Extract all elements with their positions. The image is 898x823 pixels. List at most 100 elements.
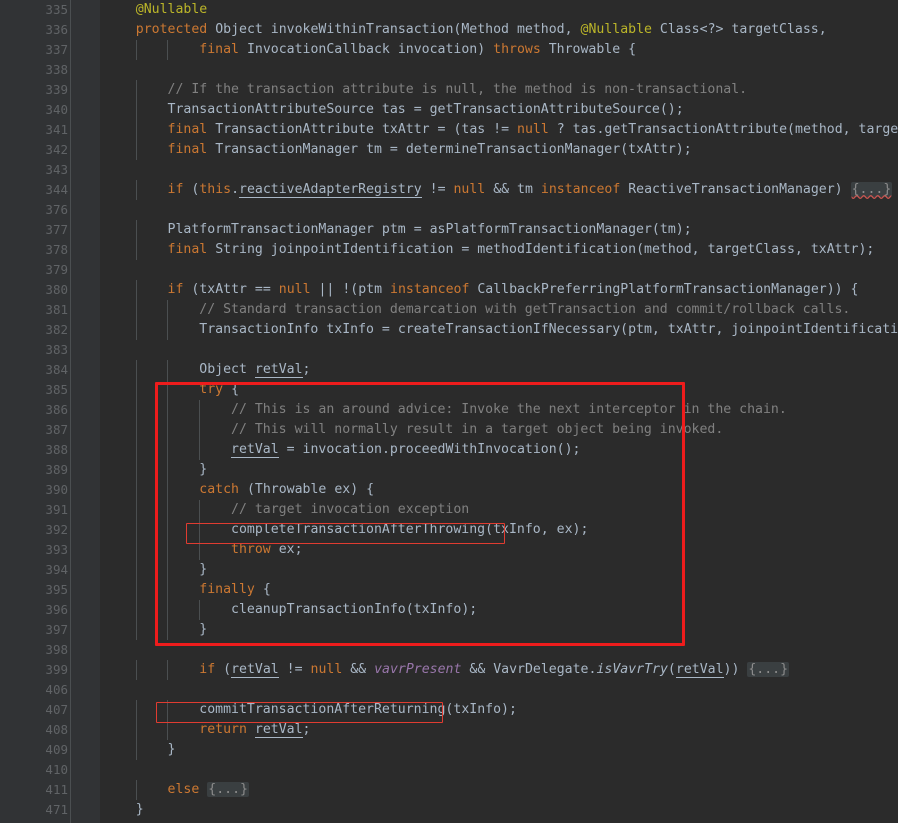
gutter-line-409[interactable]: 409 — [0, 740, 100, 760]
code-line-395[interactable]: finally { — [100, 580, 898, 600]
code-text: try { — [104, 382, 239, 397]
code-line-338[interactable] — [100, 60, 898, 80]
code-text: PlatformTransactionManager ptm = asPlatf… — [104, 222, 692, 237]
line-number: 386 — [45, 402, 68, 417]
folded-code-placeholder[interactable]: {...} — [207, 782, 249, 797]
code-content-area[interactable]: @Nullable protected Object invokeWithinT… — [100, 0, 898, 823]
code-line-384[interactable]: Object retVal; — [100, 360, 898, 380]
indent-guide — [136, 500, 137, 520]
gutter-line-406[interactable]: 406 — [0, 680, 100, 700]
code-line-380[interactable]: if (txAttr == null || !(ptm instanceof C… — [100, 280, 898, 300]
code-line-406[interactable] — [100, 680, 898, 700]
gutter-line-336[interactable]: 336 — [0, 20, 100, 40]
gutter-line-335[interactable]: 335 — [0, 0, 100, 20]
gutter-line-342[interactable]: 342 — [0, 140, 100, 160]
gutter-line-408[interactable]: 408 — [0, 720, 100, 740]
gutter-line-380[interactable]: 380 — [0, 280, 100, 300]
code-line-344[interactable]: if (this.reactiveAdapterRegistry != null… — [100, 180, 898, 200]
gutter-line-385[interactable]: 385 — [0, 380, 100, 400]
gutter-line-381[interactable]: 381 — [0, 300, 100, 320]
code-line-378[interactable]: final String joinpointIdentification = m… — [100, 240, 898, 260]
gutter-line-383[interactable]: 383 — [0, 340, 100, 360]
code-line-340[interactable]: TransactionAttributeSource tas = getTran… — [100, 100, 898, 120]
gutter-line-386[interactable]: 386 — [0, 400, 100, 420]
gutter-line-396[interactable]: 396 — [0, 600, 100, 620]
code-line-385[interactable]: try { — [100, 380, 898, 400]
code-line-390[interactable]: catch (Throwable ex) { — [100, 480, 898, 500]
code-editor[interactable]: 3353363373383393403413423433443763773783… — [0, 0, 898, 823]
gutter-line-391[interactable]: 391 — [0, 500, 100, 520]
gutter-line-387[interactable]: 387 — [0, 420, 100, 440]
gutter-line-410[interactable]: 410 — [0, 760, 100, 780]
code-line-392[interactable]: completeTransactionAfterThrowing(txInfo,… — [100, 520, 898, 540]
code-line-335[interactable]: @Nullable — [100, 0, 898, 20]
gutter-line-339[interactable]: 339 — [0, 80, 100, 100]
gutter-line-340[interactable]: 340 — [0, 100, 100, 120]
gutter-line-393[interactable]: 393 — [0, 540, 100, 560]
gutter-line-341[interactable]: 341 — [0, 120, 100, 140]
code-line-386[interactable]: // This is an around advice: Invoke the … — [100, 400, 898, 420]
gutter-line-394[interactable]: 394 — [0, 560, 100, 580]
code-line-388[interactable]: retVal = invocation.proceedWithInvocatio… — [100, 440, 898, 460]
code-line-382[interactable]: TransactionInfo txInfo = createTransacti… — [100, 320, 898, 340]
folded-code-placeholder[interactable]: {...} — [747, 662, 789, 677]
line-number: 394 — [45, 562, 68, 577]
gutter-line-376[interactable]: 376 — [0, 200, 100, 220]
gutter-line-395[interactable]: 395 — [0, 580, 100, 600]
gutter-line-392[interactable]: 392 — [0, 520, 100, 540]
gutter-line-377[interactable]: 377 — [0, 220, 100, 240]
code-line-377[interactable]: PlatformTransactionManager ptm = asPlatf… — [100, 220, 898, 240]
code-line-399[interactable]: if (retVal != null && vavrPresent && Vav… — [100, 660, 898, 680]
gutter-line-378[interactable]: 378 — [0, 240, 100, 260]
gutter-line-344[interactable]: 344 — [0, 180, 100, 200]
indent-guide — [199, 540, 200, 560]
code-line-409[interactable]: } — [100, 740, 898, 760]
code-line-471[interactable]: } — [100, 800, 898, 820]
gutter-line-398[interactable]: 398 — [0, 640, 100, 660]
code-line-342[interactable]: final TransactionManager tm = determineT… — [100, 140, 898, 160]
gutter-line-343[interactable]: 343 — [0, 160, 100, 180]
gutter-line-471[interactable]: 471 — [0, 800, 100, 820]
code-line-343[interactable] — [100, 160, 898, 180]
line-number: 398 — [45, 642, 68, 657]
code-line-398[interactable] — [100, 640, 898, 660]
code-line-383[interactable] — [100, 340, 898, 360]
line-number: 396 — [45, 602, 68, 617]
gutter-line-338[interactable]: 338 — [0, 60, 100, 80]
code-line-411[interactable]: else {...} — [100, 780, 898, 800]
code-line-397[interactable]: } — [100, 620, 898, 640]
code-line-410[interactable] — [100, 760, 898, 780]
gutter-line-390[interactable]: 390 — [0, 480, 100, 500]
gutter-line-388[interactable]: 388 — [0, 440, 100, 460]
code-line-379[interactable] — [100, 260, 898, 280]
code-line-376[interactable] — [100, 200, 898, 220]
code-line-381[interactable]: // Standard transaction demarcation with… — [100, 300, 898, 320]
gutter-line-397[interactable]: 397 — [0, 620, 100, 640]
code-line-396[interactable]: cleanupTransactionInfo(txInfo); — [100, 600, 898, 620]
code-line-389[interactable]: } — [100, 460, 898, 480]
code-line-408[interactable]: return retVal; — [100, 720, 898, 740]
indent-guide — [167, 600, 168, 620]
gutter-line-384[interactable]: 384 — [0, 360, 100, 380]
code-line-339[interactable]: // If the transaction attribute is null,… — [100, 80, 898, 100]
code-line-393[interactable]: throw ex; — [100, 540, 898, 560]
folded-code-placeholder[interactable]: {...} — [851, 182, 893, 197]
gutter-line-382[interactable]: 382 — [0, 320, 100, 340]
line-number: 471 — [45, 802, 68, 817]
code-text: } — [104, 742, 175, 757]
gutter-line-389[interactable]: 389 — [0, 460, 100, 480]
code-line-391[interactable]: // target invocation exception — [100, 500, 898, 520]
code-line-336[interactable]: protected Object invokeWithinTransaction… — [100, 20, 898, 40]
gutter-line-337[interactable]: 337 — [0, 40, 100, 60]
gutter-line-407[interactable]: 407 — [0, 700, 100, 720]
gutter-line-411[interactable]: 411 — [0, 780, 100, 800]
code-line-387[interactable]: // This will normally result in a target… — [100, 420, 898, 440]
editor-gutter[interactable]: 3353363373383393403413423433443763773783… — [0, 0, 100, 823]
indent-guide — [167, 420, 168, 440]
code-line-341[interactable]: final TransactionAttribute txAttr = (tas… — [100, 120, 898, 140]
code-line-407[interactable]: commitTransactionAfterReturning(txInfo); — [100, 700, 898, 720]
gutter-line-379[interactable]: 379 — [0, 260, 100, 280]
code-line-337[interactable]: final InvocationCallback invocation) thr… — [100, 40, 898, 60]
gutter-line-399[interactable]: 399 — [0, 660, 100, 680]
code-line-394[interactable]: } — [100, 560, 898, 580]
